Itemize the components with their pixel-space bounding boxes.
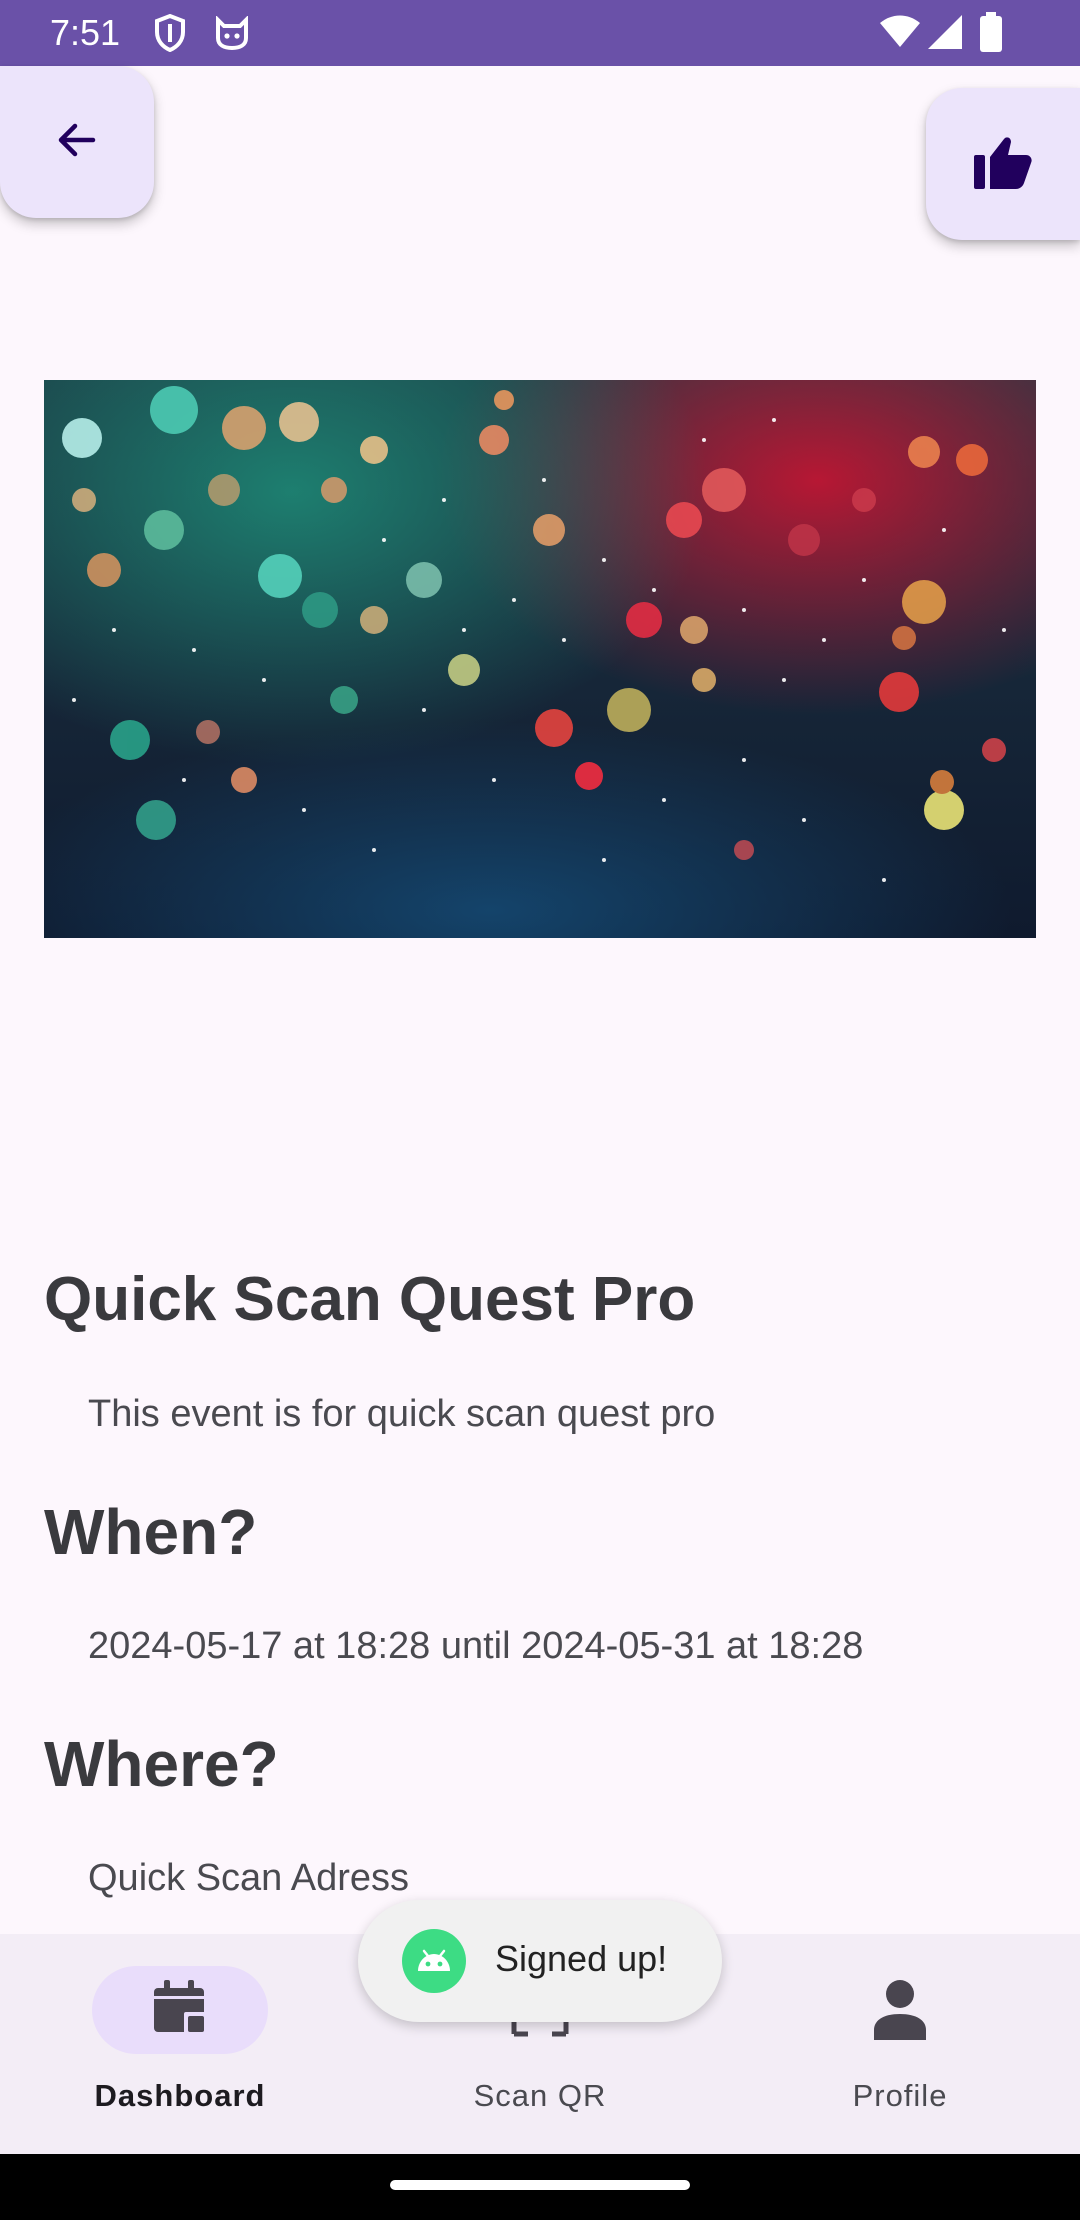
back-button[interactable] (0, 66, 154, 218)
nav-label-dashboard: Dashboard (94, 2078, 266, 2113)
where-heading: Where? (44, 1728, 279, 1800)
thumb-up-icon (974, 135, 1032, 194)
event-date-range: 2024-05-17 at 18:28 until 2024-05-31 at … (88, 1625, 864, 1667)
signal-icon (928, 15, 962, 54)
nav-item-dashboard[interactable]: Dashboard (0, 1934, 360, 2154)
home-gesture-handle[interactable] (390, 2180, 690, 2190)
arrow-back-icon (53, 116, 101, 169)
calendar-icon (150, 1978, 210, 2043)
person-icon (870, 1978, 930, 2049)
android-icon (402, 1929, 466, 1998)
status-time: 7:51 (50, 12, 121, 53)
event-description: This event is for quick scan quest pro (88, 1393, 716, 1435)
nav-item-profile[interactable]: Profile (720, 1934, 1080, 2154)
toast-message: Signed up! (495, 1938, 668, 1979)
status-bar: 7:51 (0, 0, 1080, 66)
nav-label-profile: Profile (852, 2078, 948, 2113)
event-location: Quick Scan Adress (88, 1857, 410, 1899)
nav-label-scan-qr: Scan QR (473, 2078, 607, 2113)
like-button[interactable] (926, 88, 1080, 240)
cat-face-icon (214, 15, 250, 55)
wifi-icon (880, 15, 920, 54)
when-heading: When? (44, 1496, 258, 1568)
event-poster-image (44, 380, 1036, 938)
battery-icon (980, 12, 1002, 57)
event-title: Quick Scan Quest Pro (44, 1265, 696, 1334)
signed-up-toast: Signed up! (358, 1900, 722, 2022)
shield-icon (154, 13, 186, 57)
